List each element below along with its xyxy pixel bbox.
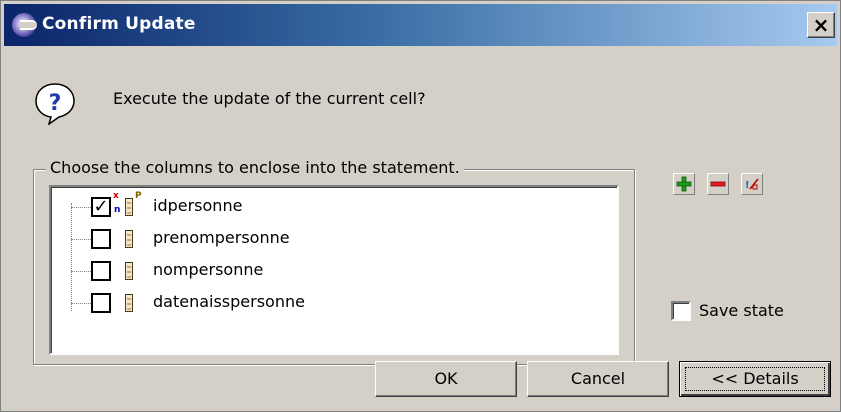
column-checkbox-datenaisspersonne[interactable] (91, 293, 111, 313)
save-state-label: Save state (699, 301, 784, 320)
cancel-button[interactable]: Cancel (527, 361, 669, 397)
list-item-datenaisspersonne[interactable]: datenaisspersonne (71, 291, 571, 317)
dialog-title: Confirm Update (42, 14, 196, 34)
tree-branch (71, 207, 91, 208)
list-item-idpersonne[interactable]: ✓ x n P idpersonne (71, 191, 571, 221)
details-button[interactable]: << Details (679, 361, 831, 397)
confirm-update-dialog: Confirm Update × ? Execute the update of… (0, 0, 841, 412)
close-button[interactable]: × (807, 12, 835, 38)
columns-tree-list[interactable]: ✓ x n P idpersonne prenompersonne nomper… (49, 185, 619, 355)
column-icon (125, 262, 133, 280)
title-bar[interactable]: Confirm Update × (4, 4, 837, 46)
tree-branch (71, 303, 91, 304)
tree-branch (71, 239, 91, 240)
column-icon (125, 198, 133, 216)
column-label: nompersonne (153, 260, 264, 279)
column-icon (125, 230, 133, 248)
svg-text:!: ! (745, 180, 750, 191)
confirmation-prompt: Execute the update of the current cell? (113, 89, 426, 108)
app-eclipse-icon (12, 13, 37, 37)
svg-text:?: ? (49, 91, 62, 116)
column-checkbox-prenompersonne[interactable] (91, 229, 111, 249)
column-checkbox-idpersonne[interactable]: ✓ (91, 197, 111, 217)
remove-column-button[interactable] (707, 173, 729, 195)
question-icon: ? (35, 83, 75, 125)
tree-branch (71, 271, 91, 272)
green-plus-icon (676, 176, 692, 192)
red-minus-icon (710, 181, 726, 187)
list-item-nompersonne[interactable]: nompersonne (71, 259, 571, 285)
primary-key-marker-icon: P (135, 191, 142, 201)
columns-group-legend: Choose the columns to enclose into the s… (46, 158, 464, 177)
columns-group: Choose the columns to enclose into the s… (33, 158, 635, 365)
column-icon (125, 294, 133, 312)
not-null-marker-icon: n (114, 205, 121, 215)
toggle-selection-button[interactable]: ! (741, 173, 763, 195)
ok-button[interactable]: OK (375, 361, 517, 397)
column-checkbox-nompersonne[interactable] (91, 261, 111, 281)
column-label: prenompersonne (153, 228, 290, 247)
column-label: datenaisspersonne (153, 292, 305, 311)
toggle-selection-icon: ! (745, 178, 759, 191)
key-marker-icon: x (113, 191, 119, 201)
save-state-checkbox[interactable] (671, 301, 691, 321)
add-column-button[interactable] (673, 173, 695, 195)
list-item-prenompersonne[interactable]: prenompersonne (71, 227, 571, 253)
column-label: idpersonne (153, 196, 243, 215)
focus-rect (685, 367, 825, 391)
